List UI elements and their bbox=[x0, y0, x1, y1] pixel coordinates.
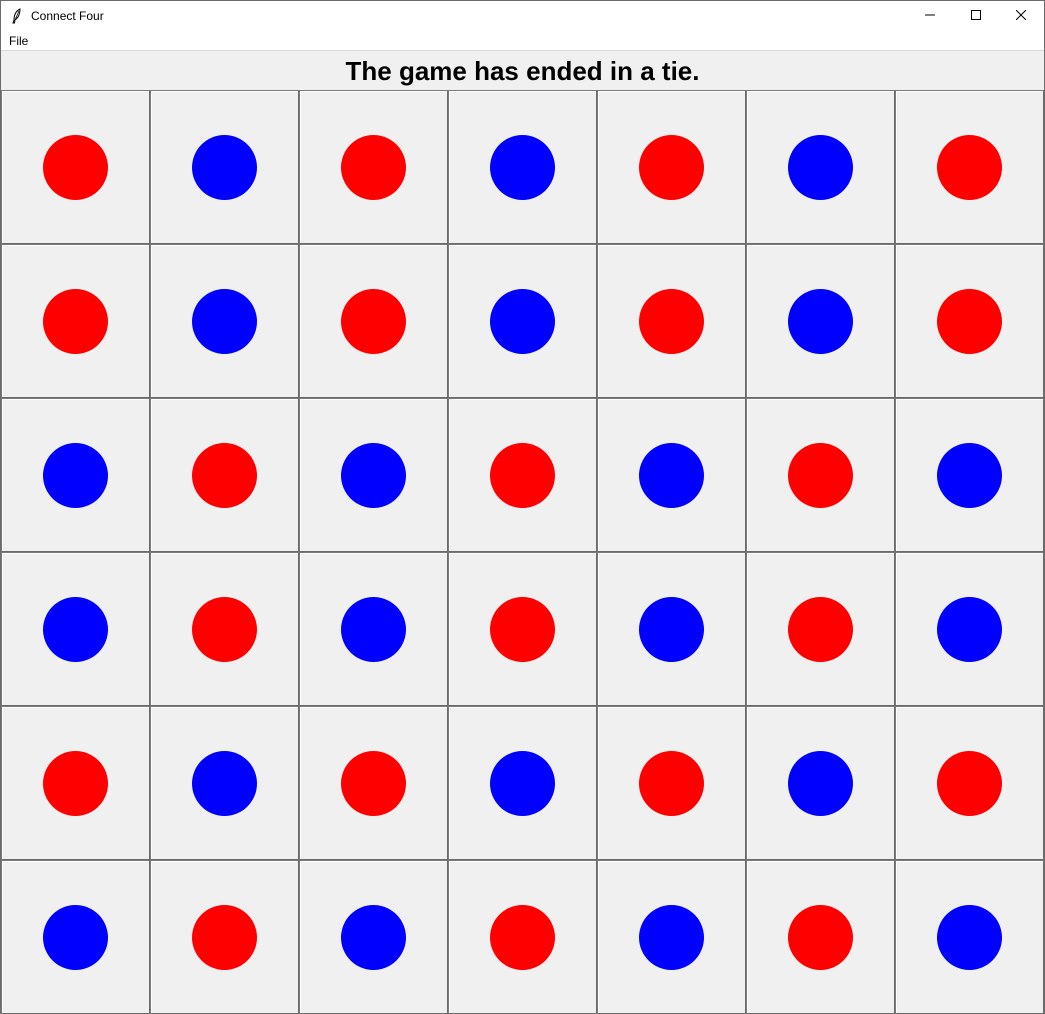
board-cell[interactable] bbox=[299, 860, 448, 1014]
blue-disc bbox=[788, 288, 853, 354]
red-disc bbox=[341, 750, 406, 816]
game-status-message: The game has ended in a tie. bbox=[1, 50, 1044, 90]
board-cell[interactable] bbox=[299, 706, 448, 860]
board-cell[interactable] bbox=[597, 706, 746, 860]
board-cell[interactable] bbox=[1, 706, 150, 860]
board-cell[interactable] bbox=[746, 860, 895, 1014]
board-cell[interactable] bbox=[150, 244, 299, 398]
board-cell[interactable] bbox=[150, 860, 299, 1014]
board-cell[interactable] bbox=[597, 860, 746, 1014]
board-cell[interactable] bbox=[597, 552, 746, 706]
red-disc bbox=[341, 134, 406, 200]
red-disc bbox=[490, 596, 555, 662]
red-disc bbox=[192, 596, 257, 662]
menu-bar: File bbox=[1, 31, 1044, 50]
board-cell[interactable] bbox=[597, 244, 746, 398]
red-disc bbox=[937, 288, 1002, 354]
blue-disc bbox=[192, 750, 257, 816]
red-disc bbox=[639, 288, 704, 354]
feather-icon bbox=[11, 8, 23, 24]
blue-disc bbox=[341, 904, 406, 970]
red-disc bbox=[490, 904, 555, 970]
red-disc bbox=[639, 134, 704, 200]
board-cell[interactable] bbox=[1, 398, 150, 552]
board-cell[interactable] bbox=[895, 552, 1044, 706]
maximize-button[interactable] bbox=[953, 1, 999, 31]
board-cell[interactable] bbox=[746, 90, 895, 244]
blue-disc bbox=[43, 442, 108, 508]
close-icon bbox=[1015, 7, 1027, 25]
red-disc bbox=[43, 288, 108, 354]
red-disc bbox=[788, 596, 853, 662]
app-window: Connect Four File The game has ended in … bbox=[0, 0, 1045, 1014]
red-disc bbox=[490, 442, 555, 508]
blue-disc bbox=[341, 596, 406, 662]
red-disc bbox=[192, 442, 257, 508]
red-disc bbox=[43, 750, 108, 816]
board-cell[interactable] bbox=[299, 398, 448, 552]
blue-disc bbox=[639, 596, 704, 662]
red-disc bbox=[639, 750, 704, 816]
red-disc bbox=[788, 904, 853, 970]
game-board bbox=[1, 90, 1044, 1014]
blue-disc bbox=[788, 750, 853, 816]
board-cell[interactable] bbox=[895, 244, 1044, 398]
blue-disc bbox=[490, 134, 555, 200]
board-cell[interactable] bbox=[1, 552, 150, 706]
board-cell[interactable] bbox=[150, 552, 299, 706]
board-cell[interactable] bbox=[448, 398, 597, 552]
blue-disc bbox=[639, 442, 704, 508]
maximize-icon bbox=[971, 7, 981, 25]
board-cell[interactable] bbox=[448, 244, 597, 398]
title-bar[interactable]: Connect Four bbox=[1, 1, 1044, 31]
window-title: Connect Four bbox=[31, 9, 104, 23]
blue-disc bbox=[192, 134, 257, 200]
red-disc bbox=[937, 134, 1002, 200]
board-cell[interactable] bbox=[448, 552, 597, 706]
blue-disc bbox=[788, 134, 853, 200]
board-cell[interactable] bbox=[895, 90, 1044, 244]
board-cell[interactable] bbox=[746, 244, 895, 398]
board-cell[interactable] bbox=[895, 706, 1044, 860]
board-cell[interactable] bbox=[1, 90, 150, 244]
menu-file[interactable]: File bbox=[8, 34, 29, 48]
red-disc bbox=[788, 442, 853, 508]
board-cell[interactable] bbox=[1, 244, 150, 398]
blue-disc bbox=[490, 288, 555, 354]
minimize-button[interactable] bbox=[907, 1, 953, 31]
red-disc bbox=[192, 904, 257, 970]
minimize-icon bbox=[925, 7, 935, 25]
blue-disc bbox=[43, 596, 108, 662]
board-cell[interactable] bbox=[448, 706, 597, 860]
board-cell[interactable] bbox=[597, 90, 746, 244]
red-disc bbox=[43, 134, 108, 200]
board-cell[interactable] bbox=[299, 552, 448, 706]
board-cell[interactable] bbox=[746, 398, 895, 552]
blue-disc bbox=[43, 904, 108, 970]
board-cell[interactable] bbox=[746, 552, 895, 706]
board-cell[interactable] bbox=[150, 706, 299, 860]
blue-disc bbox=[341, 442, 406, 508]
board-cell[interactable] bbox=[746, 706, 895, 860]
blue-disc bbox=[937, 442, 1002, 508]
blue-disc bbox=[937, 904, 1002, 970]
board-cell[interactable] bbox=[597, 398, 746, 552]
board-cell[interactable] bbox=[448, 90, 597, 244]
board-cell[interactable] bbox=[895, 860, 1044, 1014]
board-cell[interactable] bbox=[150, 398, 299, 552]
red-disc bbox=[341, 288, 406, 354]
board-cell[interactable] bbox=[895, 398, 1044, 552]
blue-disc bbox=[192, 288, 257, 354]
board-cell[interactable] bbox=[448, 860, 597, 1014]
blue-disc bbox=[937, 596, 1002, 662]
board-cell[interactable] bbox=[1, 860, 150, 1014]
red-disc bbox=[937, 750, 1002, 816]
blue-disc bbox=[490, 750, 555, 816]
close-button[interactable] bbox=[998, 1, 1044, 31]
board-cell[interactable] bbox=[299, 90, 448, 244]
board-cell[interactable] bbox=[299, 244, 448, 398]
board-cell[interactable] bbox=[150, 90, 299, 244]
blue-disc bbox=[639, 904, 704, 970]
